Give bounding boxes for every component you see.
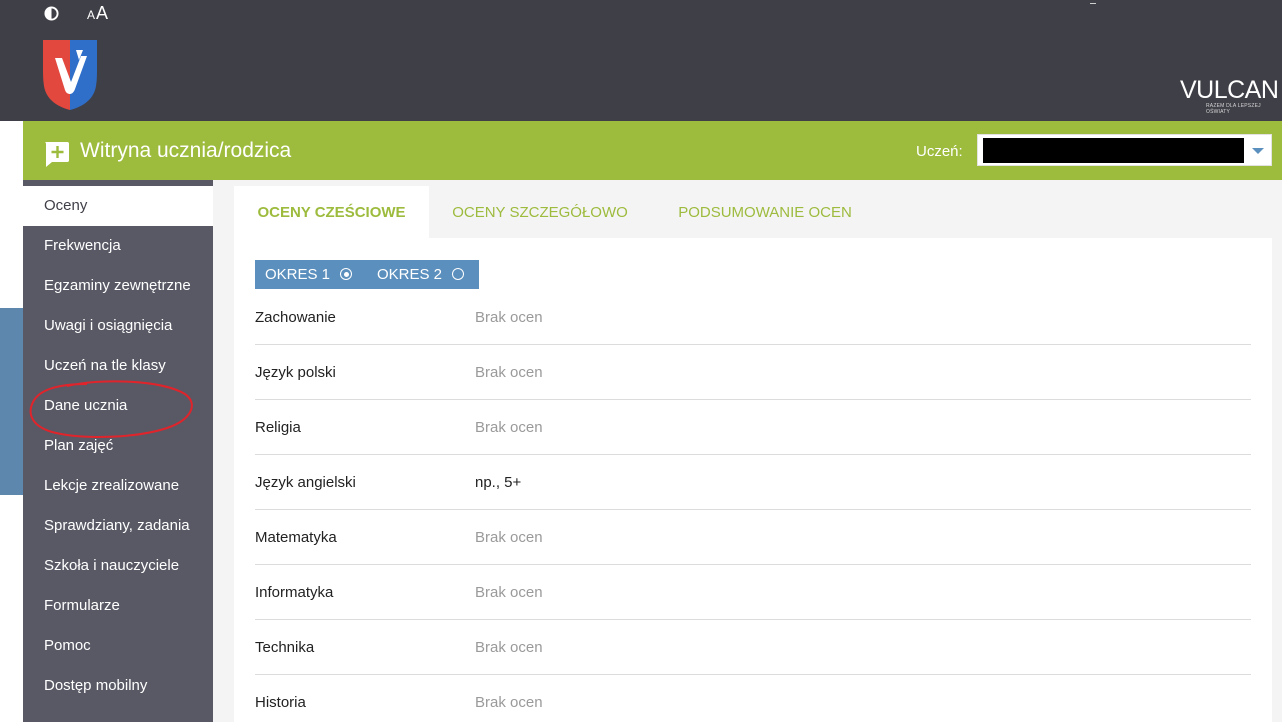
contrast-icon[interactable] (44, 6, 59, 21)
sidebar-item-dostep-mobilny[interactable]: Dostęp mobilny (23, 666, 213, 706)
vulcan-brand-word: VULCAN (1180, 76, 1279, 104)
period-1-option[interactable]: OKRES 1 (265, 260, 353, 289)
tab-oceny-czesciowe[interactable]: OCENY CZEŚCIOWE (234, 186, 429, 238)
table-row: Matematyka Brak ocen (255, 509, 1251, 565)
table-row: Religia Brak ocen (255, 399, 1251, 455)
subject-name: Technika (255, 639, 315, 656)
subject-name: Matematyka (255, 529, 337, 546)
period-2-label[interactable]: OKRES 2 (377, 266, 442, 283)
subject-name: Informatyka (255, 584, 334, 601)
sidebar-item-egzaminy[interactable]: Egzaminy zewnętrzne (23, 266, 213, 306)
grade-value: Brak ocen (475, 584, 543, 601)
sidebar-item-frekwencja[interactable]: Frekwencja (23, 226, 213, 266)
sidebar-item-sprawdziany[interactable]: Sprawdziany, zadania (23, 506, 213, 546)
table-row: Historia Brak ocen (255, 674, 1251, 722)
subject-name: Historia (255, 694, 306, 711)
sidebar: Oceny Frekwencja Egzaminy zewnętrzne Uwa… (23, 180, 213, 722)
subject-name: Religia (255, 419, 301, 436)
sidebar-item-oceny[interactable]: Oceny (23, 186, 213, 226)
radio-unchecked-icon[interactable] (452, 268, 465, 280)
top-header: AA VULCAN RAZEM DLA LEPSZEJ OŚWIATY (0, 0, 1282, 121)
subject-name: Zachowanie (255, 309, 336, 326)
font-size-toggle[interactable]: AA (87, 3, 108, 24)
student-name-redacted (983, 138, 1244, 163)
grade-value: Brak ocen (475, 529, 543, 546)
vulcan-tagline: RAZEM DLA LEPSZEJ OŚWIATY (1206, 103, 1261, 115)
table-row: Technika Brak ocen (255, 619, 1251, 675)
vulcan-logo: VULCAN RAZEM DLA LEPSZEJ OŚWIATY (1180, 76, 1279, 116)
chat-plus-icon (45, 142, 69, 167)
subject-name: Język angielski (255, 474, 356, 491)
sidebar-item-dane-ucznia[interactable]: Dane ucznia (23, 386, 213, 426)
table-row: Język angielski np., 5+ (255, 454, 1251, 510)
sidebar-item-szkola[interactable]: Szkoła i nauczyciele (23, 546, 213, 586)
grade-value: Brak ocen (475, 419, 543, 436)
table-row: Zachowanie Brak ocen (255, 289, 1251, 345)
grade-value: Brak ocen (475, 694, 543, 711)
sidebar-item-lekcje-zrealizowane[interactable]: Lekcje zrealizowane (23, 466, 213, 506)
tab-podsumowanie-ocen[interactable]: PODSUMOWANIE OCEN (655, 186, 875, 238)
grade-value: Brak ocen (475, 639, 543, 656)
sidebar-item-plan-zajec[interactable]: Plan zajęć (23, 426, 213, 466)
radio-checked-icon[interactable] (340, 268, 353, 280)
period-1-label[interactable]: OKRES 1 (265, 266, 330, 283)
side-accent-strip (0, 308, 23, 495)
period-selector: OKRES 1 OKRES 2 (255, 260, 479, 289)
app-bar: Witryna ucznia/rodzica Uczeń: (23, 121, 1282, 180)
student-label: Uczeń: (916, 143, 963, 160)
school-logo-icon (43, 40, 97, 110)
subject-name: Język polski (255, 364, 336, 381)
grade-value: Brak ocen (475, 364, 543, 381)
table-row: Informatyka Brak ocen (255, 564, 1251, 620)
sidebar-item-formularze[interactable]: Formularze (23, 586, 213, 626)
font-size-small-label[interactable]: A (87, 8, 95, 22)
grade-value[interactable]: np., 5+ (475, 474, 521, 491)
period-2-option[interactable]: OKRES 2 (377, 260, 465, 289)
student-select[interactable] (977, 134, 1272, 166)
chevron-down-icon[interactable] (1252, 148, 1264, 154)
top-divider (1090, 3, 1096, 4)
sidebar-item-uwagi[interactable]: Uwagi i osiągnięcia (23, 306, 213, 346)
sidebar-item-uczen-na-tle-klasy[interactable]: Uczeń na tle klasy (23, 346, 213, 386)
font-size-large-label[interactable]: A (96, 3, 108, 23)
grade-value: Brak ocen (475, 309, 543, 326)
table-row: Język polski Brak ocen (255, 344, 1251, 400)
tab-oceny-szczegolowo[interactable]: OCENY SZCZEGÓŁOWO (432, 186, 648, 238)
page-title: Witryna ucznia/rodzica (80, 139, 292, 162)
sidebar-item-pomoc[interactable]: Pomoc (23, 626, 213, 666)
